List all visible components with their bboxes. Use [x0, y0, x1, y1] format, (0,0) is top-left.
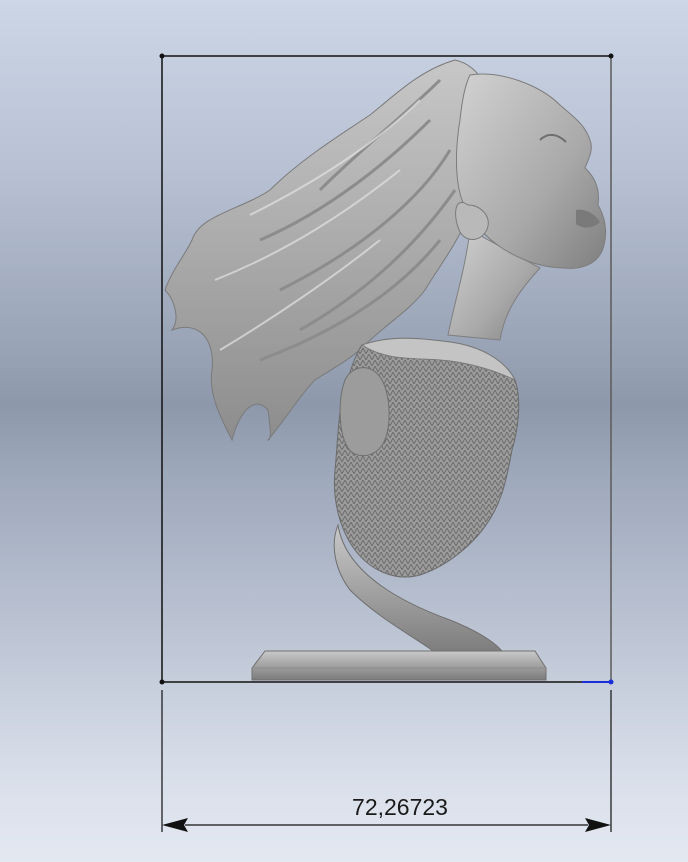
- corner-point-selected[interactable]: [608, 679, 614, 685]
- base-plate[interactable]: [251, 650, 547, 681]
- corner-point[interactable]: [159, 53, 165, 59]
- arm-stump[interactable]: [339, 367, 390, 457]
- model-scene: [159, 53, 614, 832]
- arrowhead-right: [585, 818, 611, 832]
- arrowhead-left: [162, 818, 188, 832]
- dimension-value[interactable]: 72,26723: [300, 794, 500, 821]
- graphics-viewport[interactable]: 72,26723: [0, 0, 688, 862]
- corner-point[interactable]: [159, 679, 165, 685]
- corner-point[interactable]: [608, 53, 614, 59]
